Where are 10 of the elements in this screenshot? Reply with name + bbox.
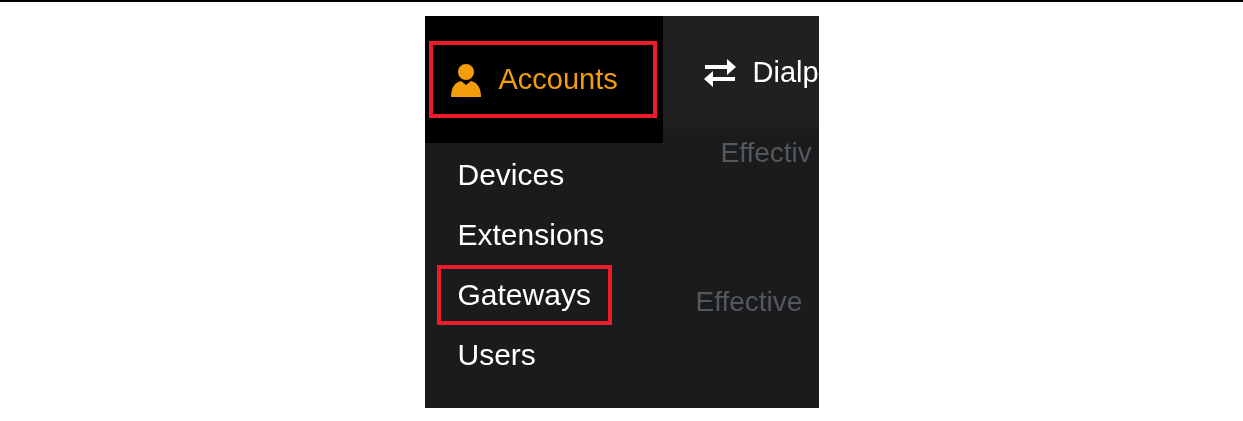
menu-item[interactable]: Users xyxy=(436,325,557,385)
field-label: Effective xyxy=(695,286,804,318)
field-label: Effectiv xyxy=(720,137,813,169)
nav-tab[interactable]: Accounts xyxy=(424,16,663,143)
swap-arrows-icon xyxy=(702,56,737,89)
nav-tab[interactable]: Dialp xyxy=(662,16,819,129)
menu-item[interactable]: Gateways xyxy=(436,265,612,325)
menu-item[interactable]: Extensions xyxy=(436,205,626,265)
menu-item[interactable]: Devices xyxy=(436,145,586,205)
person-icon xyxy=(448,62,483,97)
